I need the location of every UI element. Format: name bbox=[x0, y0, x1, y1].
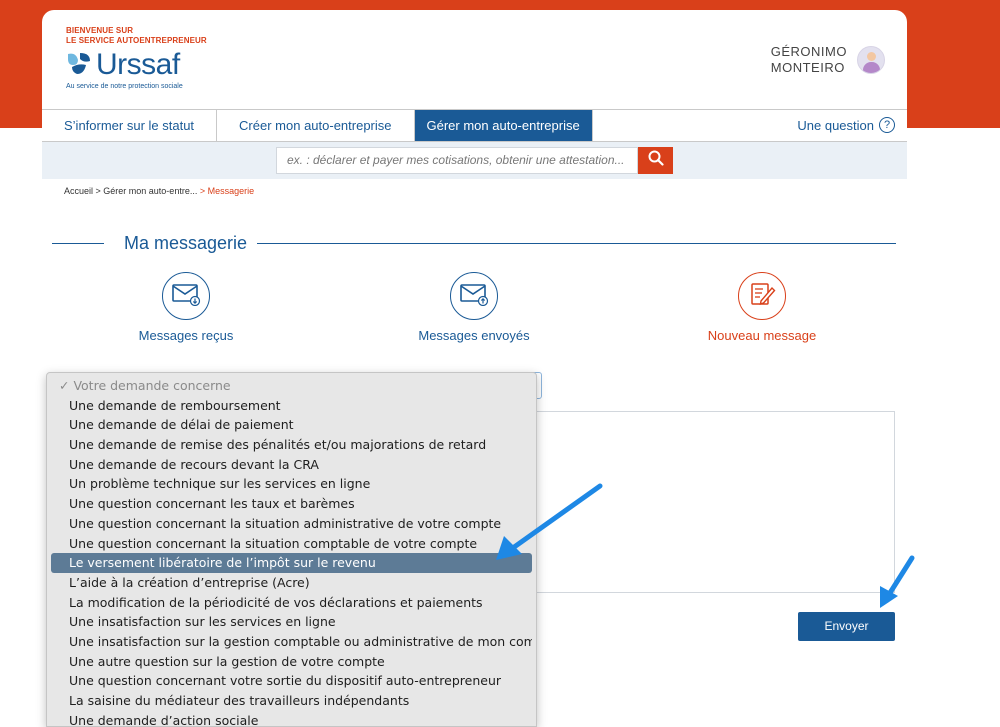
dropdown-option[interactable]: L’aide à la création d’entreprise (Acre) bbox=[51, 573, 532, 593]
dropdown-options-list: Une demande de remboursement Une demande … bbox=[47, 396, 536, 727]
dropdown-option[interactable]: Une question concernant la situation com… bbox=[51, 534, 532, 554]
breadcrumb-current: Messagerie bbox=[207, 186, 255, 196]
inbox-icon-circle bbox=[162, 272, 210, 320]
user-menu[interactable]: GÉRONIMO MONTEIRO bbox=[771, 44, 885, 76]
welcome-line-1: BIENVENUE SUR bbox=[66, 26, 134, 35]
brand-tagline: Au service de notre protection sociale bbox=[66, 83, 183, 90]
dropdown-option[interactable]: Une demande de remise des pénalités et/o… bbox=[51, 435, 532, 455]
dropdown-option[interactable]: Une question concernant votre sortie du … bbox=[51, 671, 532, 691]
request-type-dropdown: ✓ Votre demande concerne Une demande de … bbox=[46, 372, 537, 727]
messages-recus-label: Messages reçus bbox=[138, 328, 234, 343]
dropdown-option[interactable]: La saisine du médiateur des travailleurs… bbox=[51, 691, 532, 711]
nouveau-message-button[interactable]: Nouveau message bbox=[662, 272, 862, 343]
messages-recus-button[interactable]: Messages reçus bbox=[86, 272, 286, 343]
section-header: Ma messagerie bbox=[52, 232, 896, 254]
breadcrumb: Accueil > Gérer mon auto-entre... > Mess… bbox=[64, 186, 254, 196]
dropdown-option[interactable]: Une insatisfaction sur la gestion compta… bbox=[51, 632, 532, 652]
messages-envoyes-label: Messages envoyés bbox=[418, 328, 530, 343]
title-rule-left bbox=[52, 243, 104, 244]
main-navigation: S’informer sur le statut Créer mon auto-… bbox=[42, 109, 907, 142]
tab-gerer-auto-entreprise[interactable]: Gérer mon auto-entreprise bbox=[414, 110, 593, 141]
compose-pencil-icon bbox=[747, 280, 777, 313]
dropdown-option[interactable]: La modification de la périodicité de vos… bbox=[51, 593, 532, 613]
page-title: Ma messagerie bbox=[114, 232, 258, 254]
user-first-name: GÉRONIMO bbox=[770, 44, 847, 59]
urssaf-emblem-icon bbox=[66, 51, 92, 80]
search-icon bbox=[648, 150, 664, 171]
sent-icon-circle bbox=[450, 272, 498, 320]
brand-name: Urssaf bbox=[96, 48, 180, 81]
search-button[interactable] bbox=[638, 147, 673, 174]
question-link[interactable]: Une question ? bbox=[797, 117, 895, 133]
messages-envoyes-button[interactable]: Messages envoyés bbox=[374, 272, 574, 343]
compose-icon-circle bbox=[738, 272, 786, 320]
dropdown-option[interactable]: Une demande de délai de paiement bbox=[51, 415, 532, 435]
breadcrumb-parent[interactable]: Gérer mon auto-entre... bbox=[103, 186, 197, 196]
avatar-head bbox=[867, 52, 876, 61]
dropdown-option[interactable]: Un problème technique sur les services e… bbox=[51, 474, 532, 494]
dropdown-option[interactable]: Le versement libératoire de l’impôt sur … bbox=[51, 553, 532, 573]
inbox-envelope-icon bbox=[171, 282, 201, 311]
welcome-line-2: LE SERVICE AUTOENTREPRENEUR bbox=[66, 36, 207, 45]
dropdown-option[interactable]: Une demande d’action sociale bbox=[51, 711, 532, 727]
dropdown-option[interactable]: Une question concernant les taux et barè… bbox=[51, 494, 532, 514]
avatar-body bbox=[863, 62, 880, 73]
avatar[interactable] bbox=[857, 46, 885, 74]
dropdown-option[interactable]: Une question concernant la situation adm… bbox=[51, 514, 532, 534]
breadcrumb-home[interactable]: Accueil bbox=[64, 186, 93, 196]
nouveau-message-label: Nouveau message bbox=[707, 328, 817, 343]
breadcrumb-separator: > bbox=[93, 186, 104, 196]
annotation-arrow-icon bbox=[880, 555, 915, 608]
user-name: GÉRONIMO MONTEIRO bbox=[771, 44, 847, 76]
tab-creer-auto-entreprise[interactable]: Créer mon auto-entreprise bbox=[217, 110, 415, 141]
dropdown-option[interactable]: Une demande de recours devant la CRA bbox=[51, 455, 532, 475]
dropdown-option[interactable]: Une insatisfaction sur les services en l… bbox=[51, 612, 532, 632]
dropdown-option[interactable]: Une demande de remboursement bbox=[51, 396, 532, 416]
user-last-name: MONTEIRO bbox=[770, 60, 845, 75]
sent-envelope-icon bbox=[459, 282, 489, 311]
annotation-arrow-icon bbox=[496, 483, 603, 560]
search-input[interactable]: ex. : déclarer et payer mes cotisations,… bbox=[276, 147, 638, 174]
breadcrumb-separator: > bbox=[197, 186, 208, 196]
title-rule-right bbox=[248, 243, 896, 244]
tab-informer-statut[interactable]: S’informer sur le statut bbox=[42, 110, 218, 141]
question-link-label: Une question bbox=[797, 117, 874, 133]
search-bar: ex. : déclarer et payer mes cotisations,… bbox=[42, 142, 907, 179]
dropdown-header-option[interactable]: ✓ Votre demande concerne bbox=[51, 376, 532, 396]
send-button[interactable]: Envoyer bbox=[798, 612, 895, 641]
urssaf-logo[interactable]: BIENVENUE SUR LE SERVICE AUTOENTREPRENEU… bbox=[66, 26, 207, 90]
dropdown-option[interactable]: Une autre question sur la gestion de vot… bbox=[51, 652, 532, 672]
help-icon: ? bbox=[879, 117, 895, 133]
